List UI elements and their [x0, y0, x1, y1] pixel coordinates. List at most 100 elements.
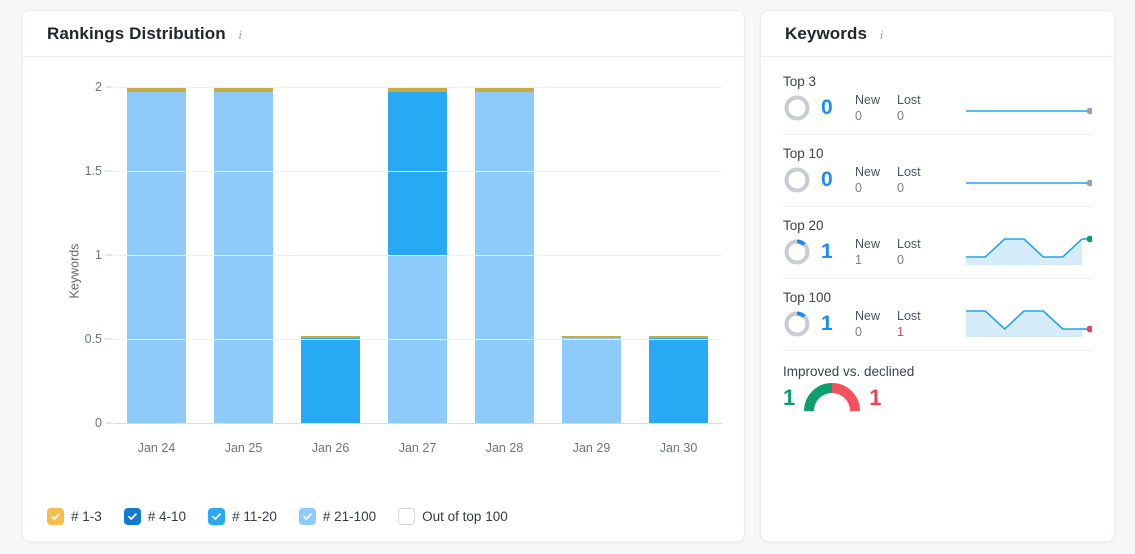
- y-tick-label: 1.5: [84, 164, 102, 178]
- gridline: [113, 255, 722, 256]
- keywords-rows: Top 3 0 New 0 Lost 0 Top 10 0 New 0 Lost 0 Top 20 1 Ne…: [783, 63, 1094, 351]
- rankings-distribution-card: Rankings Distribution i Keywords Jan 24 J…: [22, 10, 745, 542]
- legend-label: # 11-20: [232, 508, 277, 524]
- y-tick-label: 1: [95, 248, 102, 262]
- legend-label: # 4-10: [147, 508, 187, 524]
- progress-donut: [783, 238, 811, 266]
- keyword-row-content: 0 New 0 Lost 0: [783, 91, 1094, 125]
- x-tick-label: Jan 30: [659, 441, 698, 455]
- trend-sparkline: [966, 163, 1094, 197]
- rankings-distribution-header: Rankings Distribution i: [23, 11, 744, 57]
- gridline: [113, 423, 722, 424]
- new-lost-group: New 1 Lost 0: [855, 237, 921, 268]
- bar-segment: [300, 338, 361, 423]
- new-value: 0: [855, 324, 862, 339]
- trend-sparkline: [966, 307, 1094, 341]
- new-column: New 0: [855, 309, 880, 340]
- bar-segment: [648, 338, 709, 423]
- lost-label: Lost: [897, 164, 921, 179]
- keyword-row: Top 10 0 New 0 Lost 0: [783, 135, 1094, 207]
- legend-item-1-3[interactable]: # 1-3: [47, 507, 102, 525]
- new-value: 1: [855, 252, 862, 267]
- keyword-row: Top 3 0 New 0 Lost 0: [783, 63, 1094, 135]
- legend-item-4-10[interactable]: # 4-10: [123, 507, 187, 525]
- checkbox-checked-icon[interactable]: [47, 507, 64, 525]
- new-lost-group: New 0 Lost 0: [855, 165, 921, 196]
- keyword-row-content: 1 New 1 Lost 0: [783, 235, 1094, 269]
- plot-area: Jan 24 Jan 25 Jan 26 Jan 27 Jan 28 Jan 29 Jan …: [85, 80, 722, 455]
- lost-column: Lost 0: [897, 237, 921, 268]
- legend-item-21-100[interactable]: # 21-100: [298, 507, 377, 525]
- lost-label: Lost: [897, 308, 921, 323]
- keyword-count: 0: [821, 96, 833, 119]
- lost-label: Lost: [897, 236, 921, 251]
- bar-segment: [561, 338, 622, 423]
- keywords-title: Keywords: [785, 23, 868, 43]
- progress-donut: [783, 94, 811, 122]
- keywords-header: Keywords i: [761, 11, 1114, 57]
- lost-value: 0: [897, 252, 904, 267]
- chart-body: Keywords Jan 24 Jan 25 Jan 26 Jan 27 Jan 28 J…: [23, 57, 744, 495]
- x-tick-label: Jan 28: [485, 441, 524, 455]
- improved-count: 1: [783, 385, 796, 410]
- trend-sparkline: [966, 235, 1094, 269]
- x-tick-label: Jan 26: [311, 441, 350, 455]
- legend-label: Out of top 100: [422, 508, 508, 524]
- gridline: [113, 87, 722, 88]
- y-axis-title: Keywords: [67, 243, 82, 299]
- new-value: 0: [855, 180, 862, 195]
- new-label: New: [855, 236, 881, 251]
- keyword-count: 1: [821, 312, 833, 335]
- keyword-count: 0: [821, 168, 833, 191]
- lost-value: 0: [897, 180, 904, 195]
- keyword-row-content: 1 New 0 Lost 1: [783, 307, 1094, 341]
- info-icon[interactable]: i: [875, 28, 888, 41]
- y-tick-mark: [105, 254, 112, 256]
- y-tick-label: 2: [95, 80, 102, 94]
- gridline: [113, 339, 722, 340]
- keyword-bucket-label: Top 20: [783, 218, 824, 233]
- bar-segment: [213, 92, 274, 423]
- new-column: New 0: [855, 165, 880, 196]
- new-column: New 0: [855, 93, 880, 124]
- checkbox-checked-icon[interactable]: [298, 507, 316, 525]
- x-tick-label: Jan 24: [137, 441, 176, 455]
- keyword-row-content: 0 New 0 Lost 0: [783, 163, 1094, 197]
- new-column: New 1: [855, 237, 880, 268]
- x-tick-label: Jan 27: [398, 441, 437, 455]
- y-tick-label: 0: [95, 416, 102, 430]
- trend-sparkline: [966, 91, 1094, 125]
- stacked-bar[interactable]: [561, 252, 622, 423]
- new-label: New: [855, 92, 881, 107]
- keyword-row: Top 20 1 New 1 Lost 0: [783, 207, 1094, 279]
- legend-item-11-20[interactable]: # 11-20: [208, 507, 277, 525]
- stacked-bar[interactable]: [300, 252, 361, 423]
- new-label: New: [855, 308, 881, 323]
- keyword-bucket-label: Top 10: [783, 146, 824, 161]
- new-lost-group: New 0 Lost 1: [855, 309, 921, 340]
- lost-value: 0: [897, 108, 904, 123]
- progress-donut: [783, 166, 811, 194]
- lost-column: Lost 0: [897, 165, 921, 196]
- new-label: New: [855, 164, 881, 179]
- dashboard-page: Rankings Distribution i Keywords Jan 24 J…: [0, 0, 1135, 554]
- checkbox-checked-icon[interactable]: [123, 507, 141, 525]
- improved-vs-declined-values: 1 1: [783, 383, 1092, 413]
- bar-segment: [387, 92, 448, 255]
- checkbox-unchecked-icon[interactable]: [398, 507, 416, 525]
- keyword-bucket-label: Top 100: [783, 290, 832, 305]
- y-tick-mark: [105, 86, 112, 88]
- legend-item-outoftop100[interactable]: Out of top 100: [398, 507, 508, 525]
- checkbox-checked-icon[interactable]: [208, 507, 226, 525]
- y-tick-label: 0.5: [84, 332, 102, 346]
- lost-value: 1: [897, 324, 904, 339]
- x-tick-label: Jan 29: [572, 441, 611, 455]
- y-tick-mark: [105, 422, 112, 424]
- keyword-bucket-label: Top 3: [783, 74, 817, 89]
- info-icon[interactable]: i: [234, 28, 247, 41]
- x-tick-label: Jan 25: [224, 441, 263, 455]
- legend-label: # 21-100: [322, 508, 377, 524]
- stacked-bar[interactable]: [648, 252, 709, 423]
- new-value: 0: [855, 108, 862, 123]
- bar-segment: [474, 92, 535, 423]
